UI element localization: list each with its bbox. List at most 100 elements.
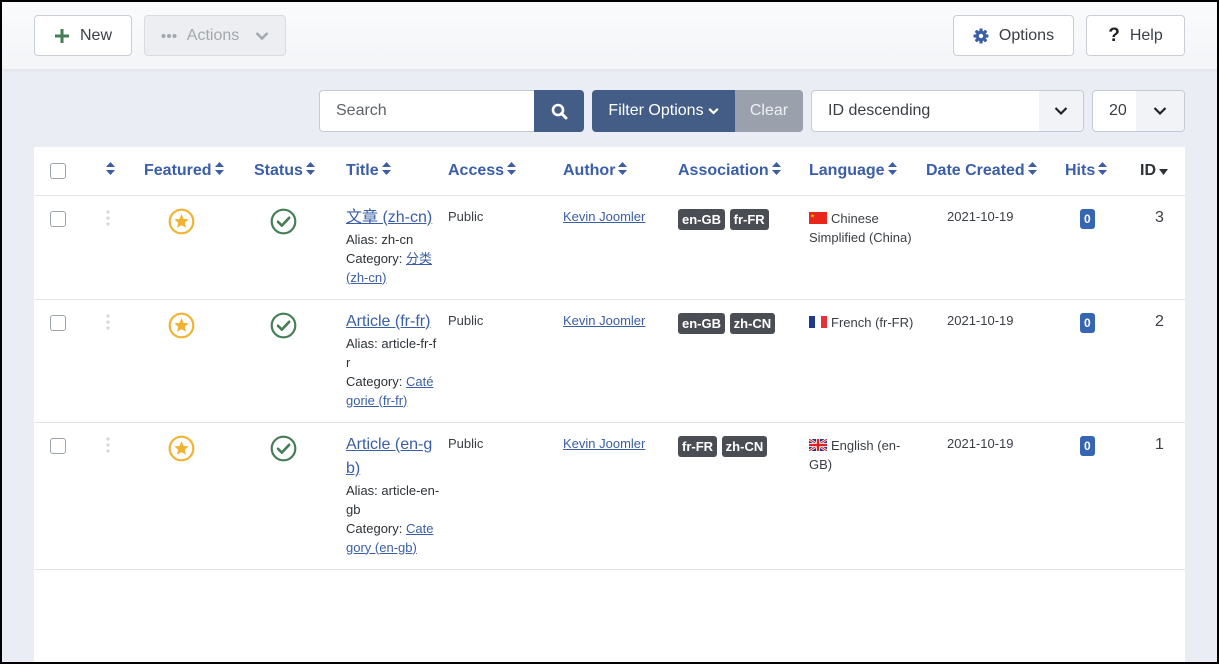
sort-icon	[618, 161, 628, 180]
chevron-down-icon	[1136, 91, 1184, 131]
association-badges: fr-FR zh-CN	[678, 422, 809, 570]
article-alias: Alias: article-fr-fr	[346, 335, 437, 370]
article-id: 2	[1140, 299, 1185, 423]
association-badge[interactable]: fr-FR	[678, 435, 718, 457]
hits-badge: 0	[1080, 435, 1095, 456]
sort-icon	[305, 161, 315, 180]
category-label: Category:	[346, 520, 403, 536]
new-button[interactable]: New	[34, 15, 132, 56]
association-badges: en-GB zh-CN	[678, 299, 809, 423]
gear-icon	[973, 28, 989, 44]
sort-icon	[106, 161, 115, 180]
featured-star-icon[interactable]	[168, 312, 195, 342]
article-id: 1	[1140, 422, 1185, 570]
chevron-down-icon	[707, 107, 719, 115]
filter-bar: Filter Options Clear ID descending 20	[2, 90, 1217, 132]
sort-desc-icon	[1159, 162, 1168, 180]
featured-star-icon[interactable]	[168, 208, 195, 238]
association-sort-header[interactable]: Association	[678, 147, 809, 196]
association-badge[interactable]: en-GB	[678, 208, 725, 230]
article-title-link[interactable]: 文章 (zh-cn)	[346, 206, 440, 230]
date-created-sort-header[interactable]: Date Created	[926, 147, 1065, 196]
featured-star-icon[interactable]	[168, 435, 195, 465]
plus-icon	[54, 28, 70, 44]
id-sort-header[interactable]: ID	[1140, 147, 1185, 196]
published-check-icon[interactable]	[270, 208, 297, 238]
chevron-down-icon	[1039, 91, 1083, 131]
published-check-icon[interactable]	[270, 435, 297, 465]
article-category: Category: Category (en-gb)	[346, 519, 440, 557]
gb-flag-icon	[809, 438, 831, 453]
options-button[interactable]: Options	[953, 15, 1074, 56]
row-checkbox[interactable]	[50, 437, 66, 454]
cn-flag-icon	[809, 211, 831, 226]
date-created-header-label: Date Created	[926, 161, 1025, 179]
association-badge[interactable]: en-GB	[678, 312, 725, 334]
hits-badge: 0	[1080, 312, 1095, 333]
author-link[interactable]: Kevin Joomler	[563, 313, 645, 328]
language: French (fr-FR)	[809, 299, 926, 423]
table-row: Article (en-gb) Alias: article-en-gb Cat…	[34, 422, 1185, 570]
category-label: Category:	[346, 373, 403, 389]
status-sort-header[interactable]: Status	[254, 147, 346, 196]
sort-icon	[1027, 161, 1037, 180]
articles-table: Featured Status Title Access Author Asso…	[34, 147, 1185, 662]
article-title-link[interactable]: Article (en-gb)	[346, 433, 440, 481]
drag-handle-icon[interactable]	[106, 209, 110, 229]
access-sort-header[interactable]: Access	[448, 147, 563, 196]
sort-icon	[887, 161, 897, 180]
question-icon: ?	[1108, 24, 1120, 46]
chevron-down-icon	[255, 31, 269, 41]
association-header-label: Association	[678, 161, 769, 179]
table-row: 文章 (zh-cn) Alias: zh-cn Category: 分类 (zh…	[34, 195, 1185, 300]
language: English (en-GB)	[809, 422, 926, 570]
search-input[interactable]	[319, 90, 536, 132]
access-header-label: Access	[448, 161, 505, 179]
sort-select[interactable]: ID descending	[811, 90, 1084, 132]
featured-sort-header[interactable]: Featured	[144, 147, 254, 196]
actions-button[interactable]: Actions	[144, 15, 286, 56]
access-level: Public	[448, 422, 563, 570]
filter-options-label: Filter Options	[608, 102, 704, 119]
association-badge[interactable]: zh-CN	[729, 312, 776, 334]
list-limit-select[interactable]: 20	[1092, 90, 1185, 132]
language-sort-header[interactable]: Language	[809, 147, 926, 196]
articles-page: New Actions Options ? Help Search Filter…	[2, 2, 1217, 662]
filter-options-button[interactable]: Filter Options	[592, 90, 735, 132]
hits-header-label: Hits	[1065, 161, 1096, 179]
sort-icon	[771, 161, 781, 180]
row-checkbox[interactable]	[50, 314, 66, 331]
ordering-sort-header[interactable]	[86, 147, 144, 196]
sort-value: ID descending	[828, 102, 931, 119]
access-level: Public	[448, 299, 563, 423]
title-sort-header[interactable]: Title	[346, 147, 448, 196]
article-category: Category: Catégorie (fr-fr)	[346, 372, 440, 410]
help-button[interactable]: ? Help	[1086, 15, 1185, 56]
association-badge[interactable]: fr-FR	[729, 208, 769, 230]
published-check-icon[interactable]	[270, 312, 297, 342]
search-button[interactable]	[534, 90, 584, 132]
date-created: 2021-10-19	[926, 299, 1065, 423]
hits-sort-header[interactable]: Hits	[1065, 147, 1140, 196]
drag-handle-icon[interactable]	[106, 436, 110, 456]
row-checkbox[interactable]	[50, 210, 66, 227]
search-icon	[551, 103, 568, 120]
article-alias: Alias: article-en-gb	[346, 482, 440, 517]
clear-button[interactable]: Clear	[735, 90, 803, 132]
author-sort-header[interactable]: Author	[563, 147, 678, 196]
table-row: Article (fr-fr) Alias: article-fr-fr Cat…	[34, 299, 1185, 423]
article-alias: Alias: zh-cn	[346, 231, 414, 247]
language: Chinese Simplified (China)	[809, 195, 926, 300]
article-title-link[interactable]: Article (fr-fr)	[346, 310, 440, 334]
access-level: Public	[448, 195, 563, 300]
select-all-checkbox[interactable]	[50, 162, 66, 179]
author-link[interactable]: Kevin Joomler	[563, 209, 645, 224]
author-header-label: Author	[563, 161, 616, 179]
table-header-row: Featured Status Title Access Author Asso…	[34, 147, 1185, 196]
sort-icon	[507, 161, 517, 180]
association-badge[interactable]: zh-CN	[721, 435, 768, 457]
sort-icon	[214, 161, 224, 180]
author-link[interactable]: Kevin Joomler	[563, 436, 645, 451]
drag-handle-icon[interactable]	[106, 313, 110, 333]
toolbar: New Actions Options ? Help	[2, 2, 1217, 70]
